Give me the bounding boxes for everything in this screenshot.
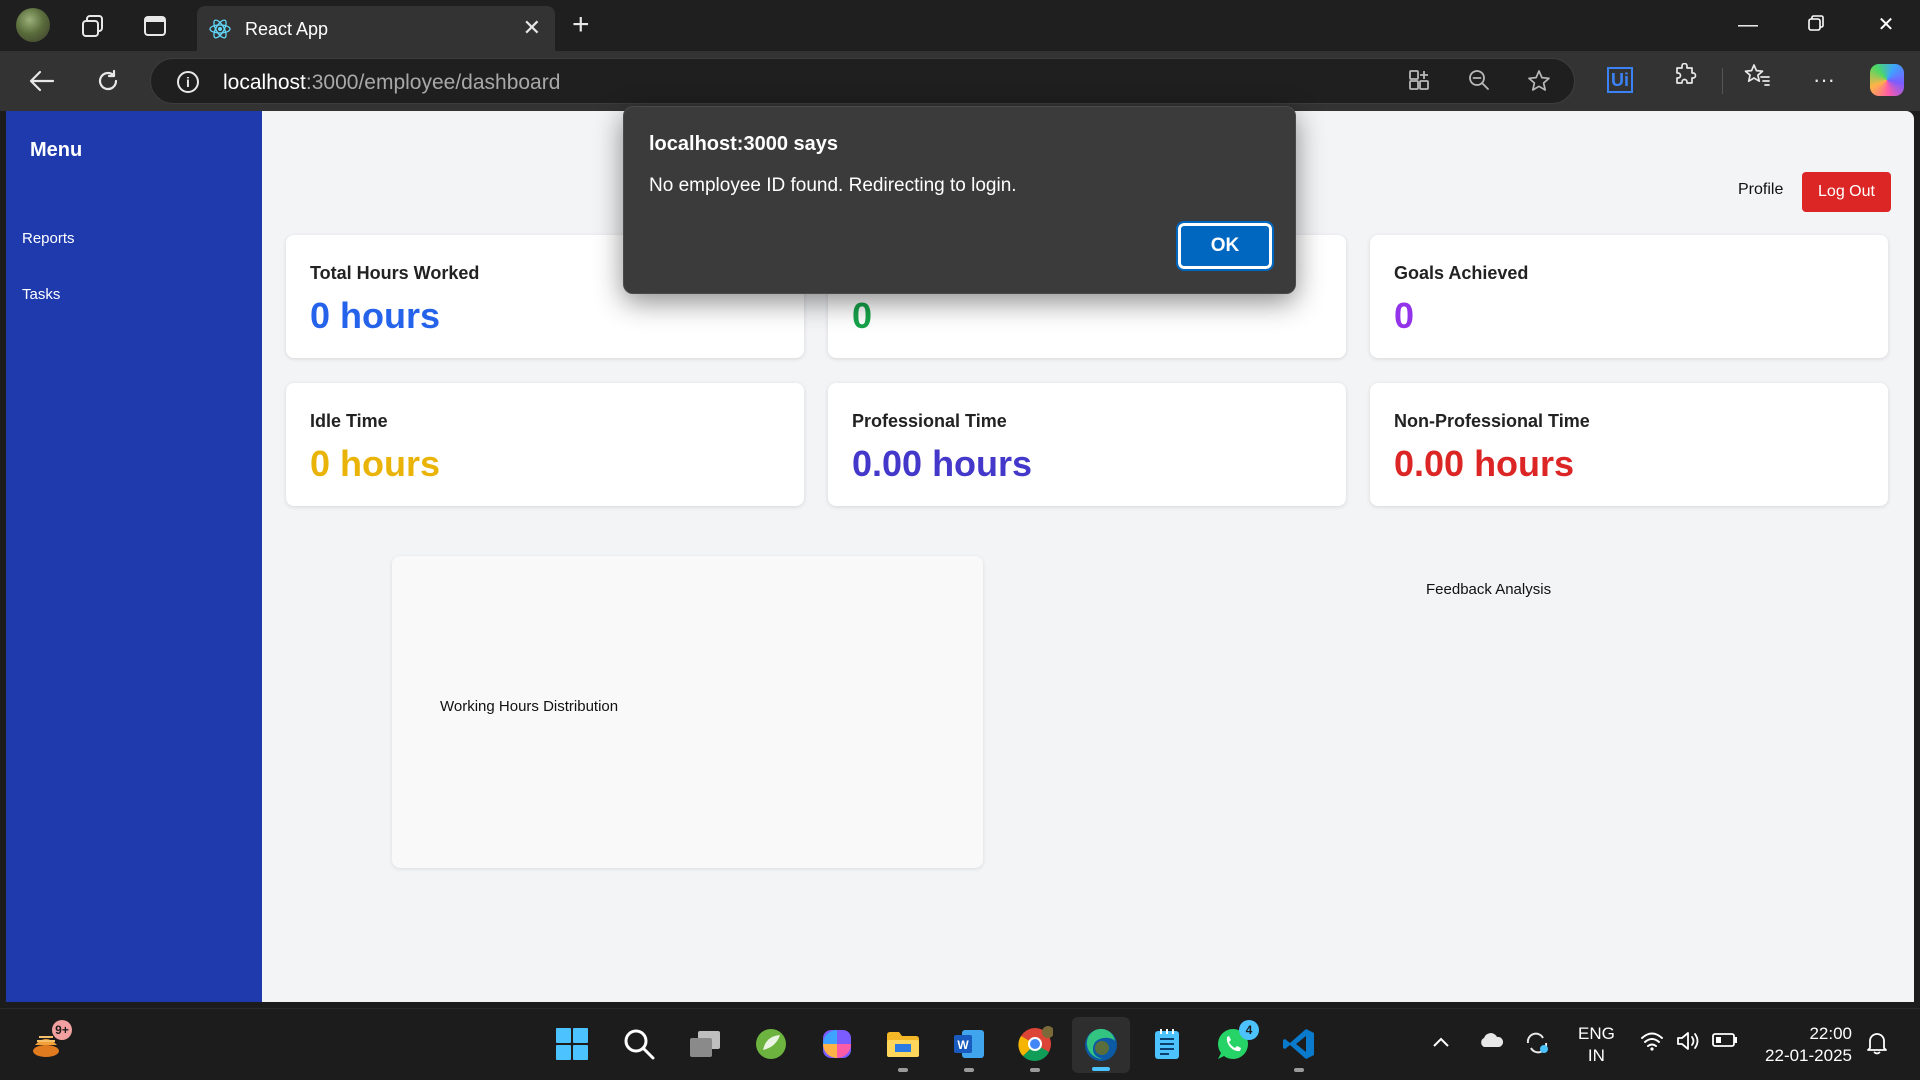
browser-title-bar: React App ✕ + — ✕ xyxy=(0,0,1920,51)
stat-value: 0 hours xyxy=(310,295,441,336)
taskbar: 9+ W 4 ENG IN 22:00 22-01-2025 xyxy=(0,1008,1920,1080)
toolbar-divider xyxy=(1722,68,1723,94)
profile-link[interactable]: Profile xyxy=(1738,181,1783,199)
stat-card-professional-time: Professional Time 0.00 hours xyxy=(828,383,1346,506)
stat-value: 0 xyxy=(1394,295,1415,336)
word-icon[interactable]: W xyxy=(949,1024,989,1072)
site-info-icon[interactable]: i xyxy=(177,71,199,93)
favorites-icon[interactable] xyxy=(1740,63,1774,97)
extensions-puzzle-icon[interactable] xyxy=(1668,62,1702,97)
svg-text:W: W xyxy=(957,1038,969,1052)
stat-label: Idle Time xyxy=(310,411,388,431)
show-hidden-icons-chevron-icon[interactable] xyxy=(1432,1031,1450,1054)
stat-value: 0 xyxy=(852,295,873,336)
browser-toolbar: i localhost:3000/employee/dashboard Ui ·… xyxy=(0,51,1920,111)
battery-icon[interactable] xyxy=(1712,1031,1738,1054)
stat-label: Total Hours Worked xyxy=(310,263,480,283)
alert-dialog: localhost:3000 says No employee ID found… xyxy=(623,106,1296,294)
dialog-message: No employee ID found. Redirecting to log… xyxy=(649,175,1017,196)
stat-value: 0.00 hours xyxy=(852,443,1033,484)
whatsapp-badge: 4 xyxy=(1239,1020,1259,1040)
sync-icon[interactable] xyxy=(1524,1031,1550,1061)
sidebar-item-reports[interactable]: Reports xyxy=(22,230,75,247)
widgets-icon[interactable]: 9+ xyxy=(26,1020,72,1064)
file-explorer-icon[interactable] xyxy=(883,1024,923,1072)
ui-extension-icon[interactable]: Ui xyxy=(1607,67,1633,93)
new-tab-icon[interactable]: + xyxy=(572,8,590,42)
stat-label: Goals Achieved xyxy=(1394,263,1529,283)
sidebar: Menu Reports Tasks xyxy=(6,111,262,1002)
more-options-icon[interactable]: ··· xyxy=(1807,63,1841,97)
stat-card-idle-time: Idle Time 0 hours xyxy=(286,383,804,506)
stat-value: 0.00 hours xyxy=(1394,443,1575,484)
address-bar[interactable]: i localhost:3000/employee/dashboard xyxy=(150,58,1575,104)
vertical-tabs-icon[interactable] xyxy=(139,10,171,42)
start-windows-icon[interactable] xyxy=(552,1024,592,1064)
edge-browser-icon[interactable] xyxy=(1072,1017,1130,1073)
url-text[interactable]: localhost:3000/employee/dashboard xyxy=(223,71,560,95)
workspaces-icon[interactable] xyxy=(77,10,109,42)
volume-icon[interactable] xyxy=(1676,1031,1702,1057)
spring-tool-icon[interactable] xyxy=(751,1024,791,1064)
wifi-icon[interactable] xyxy=(1640,1031,1664,1057)
restore-icon[interactable] xyxy=(1796,10,1836,40)
whatsapp-icon[interactable]: 4 xyxy=(1213,1020,1259,1064)
sidebar-item-tasks[interactable]: Tasks xyxy=(22,286,60,303)
working-hours-chart-panel: Working Hours Distribution xyxy=(392,556,983,868)
onedrive-cloud-icon[interactable] xyxy=(1478,1031,1504,1055)
stat-value: 0 hours xyxy=(310,443,441,484)
system-clock[interactable]: 22:00 22-01-2025 xyxy=(1760,1023,1852,1067)
vscode-icon[interactable] xyxy=(1279,1024,1319,1072)
stat-card-non-professional-time: Non-Professional Time 0.00 hours xyxy=(1370,383,1888,506)
task-view-icon[interactable] xyxy=(685,1024,725,1064)
notifications-bell-icon[interactable] xyxy=(1866,1031,1888,1061)
working-hours-chart-label: Working Hours Distribution xyxy=(440,698,619,715)
tab-title: React App xyxy=(245,19,329,39)
stat-label: Professional Time xyxy=(852,411,1007,431)
window-close-icon[interactable]: ✕ xyxy=(1866,10,1906,40)
logout-button[interactable]: Log Out xyxy=(1802,172,1891,212)
profile-avatar[interactable] xyxy=(16,8,50,42)
chrome-icon[interactable] xyxy=(1015,1024,1055,1072)
notepad-icon[interactable] xyxy=(1147,1024,1187,1064)
search-icon[interactable] xyxy=(619,1024,659,1064)
app-available-icon[interactable] xyxy=(1405,69,1433,97)
active-tab[interactable]: React App ✕ xyxy=(197,6,555,51)
tab-close-icon[interactable]: ✕ xyxy=(523,15,541,41)
feedback-analysis-label: Feedback Analysis xyxy=(1426,581,1552,598)
refresh-icon[interactable] xyxy=(90,63,126,99)
sidebar-title: Menu xyxy=(30,139,83,161)
zoom-out-icon[interactable] xyxy=(1465,69,1493,97)
stat-label: Non-Professional Time xyxy=(1394,411,1590,431)
widgets-badge: 9+ xyxy=(52,1020,72,1040)
language-indicator[interactable]: ENG IN xyxy=(1578,1023,1615,1067)
react-logo-icon xyxy=(209,18,231,40)
back-icon[interactable] xyxy=(24,63,60,99)
favorite-star-icon[interactable] xyxy=(1525,69,1553,97)
dialog-ok-button[interactable]: OK xyxy=(1176,221,1274,271)
minimize-icon[interactable]: — xyxy=(1728,10,1768,40)
dialog-title: localhost:3000 says xyxy=(649,133,838,155)
copilot-icon[interactable] xyxy=(1870,64,1904,96)
stat-card-goals: Goals Achieved 0 xyxy=(1370,235,1888,358)
copilot-app-icon[interactable] xyxy=(817,1024,857,1064)
